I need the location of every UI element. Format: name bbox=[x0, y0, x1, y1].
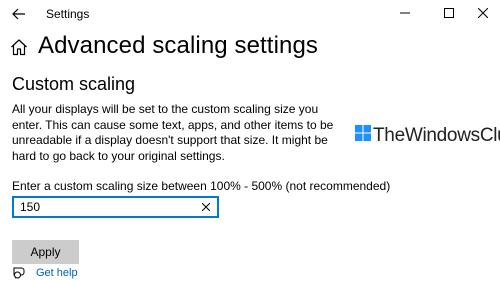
section-description: All your displays will be set to the cus… bbox=[12, 102, 334, 163]
close-button[interactable] bbox=[466, 0, 500, 26]
scaling-input[interactable] bbox=[14, 198, 200, 216]
maximize-button[interactable] bbox=[432, 0, 466, 26]
back-button[interactable] bbox=[6, 3, 32, 25]
clear-icon bbox=[202, 203, 210, 211]
page-title: Advanced scaling settings bbox=[38, 32, 318, 59]
watermark-text: TheWindowsClub bbox=[373, 125, 500, 146]
get-help-row: Get help bbox=[12, 266, 78, 280]
scaling-input-box[interactable] bbox=[12, 196, 219, 218]
close-icon bbox=[478, 8, 488, 18]
window-title: Settings bbox=[46, 7, 90, 21]
minimize-icon bbox=[400, 12, 410, 14]
back-arrow-icon bbox=[12, 8, 25, 20]
home-icon bbox=[11, 39, 27, 56]
scaling-input-label: Enter a custom scaling size between 100%… bbox=[12, 179, 391, 193]
minimize-button[interactable] bbox=[388, 0, 422, 26]
clear-button[interactable] bbox=[198, 198, 214, 216]
watermark-logo-icon bbox=[355, 125, 371, 141]
help-icon bbox=[13, 267, 25, 279]
maximize-icon bbox=[444, 8, 454, 18]
section-title: Custom scaling bbox=[12, 74, 136, 94]
watermark: TheWindowsClub bbox=[355, 122, 500, 150]
apply-button[interactable]: Apply bbox=[12, 240, 79, 264]
page-header: Advanced scaling settings bbox=[10, 32, 490, 64]
title-bar: Settings bbox=[0, 0, 500, 28]
get-help-link[interactable]: Get help bbox=[36, 267, 78, 279]
